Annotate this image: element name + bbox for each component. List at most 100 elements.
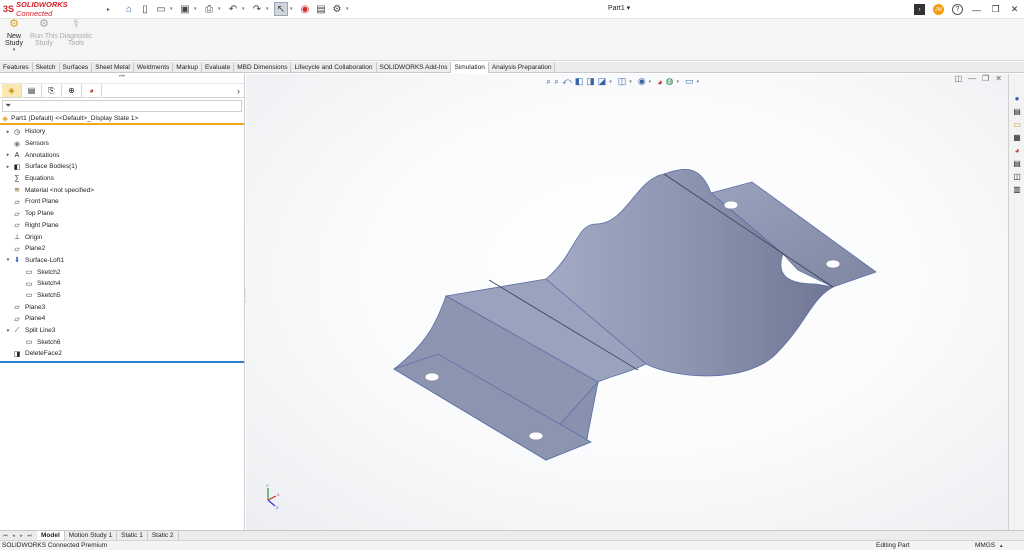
tree-node-plane2[interactable]: ▱ Plane2	[0, 243, 244, 255]
file-properties-button[interactable]: ▤	[314, 2, 328, 16]
tree-node-surface-bodies-1[interactable]: ▸ ◧ Surface Bodies(1)	[0, 161, 244, 173]
tree-node-split-line3[interactable]: ▾ ⟋ Split Line3	[0, 325, 244, 337]
appearances-button[interactable]: ◕	[1011, 144, 1023, 156]
user-account-button[interactable]: JM	[929, 0, 948, 19]
tree-node-plane3[interactable]: ▱ Plane3	[0, 301, 244, 313]
chevron-up-icon[interactable]: ▴	[1000, 541, 1003, 550]
tree-node-history[interactable]: ▸ ◷ History	[0, 126, 244, 138]
unit-system[interactable]: MMGS	[975, 541, 995, 550]
chevron-down-icon[interactable]: ▾	[13, 47, 16, 54]
chevron-down-icon[interactable]: ▾	[290, 6, 296, 12]
tree-node-origin[interactable]: ⊥ Origin	[0, 231, 244, 243]
graphics-area[interactable]: ⌕ ⌕ ⤺ ◧ ◨ ◪▾ ◫▾ ◉▾ ◕ ◍▾ ▭▾ ◫ — ❐ ✕	[246, 74, 1008, 530]
bottom-tab-static-1[interactable]: Static 1	[117, 530, 148, 541]
tab-lifecycle-and-collaboration[interactable]: Lifecycle and Collaboration	[291, 62, 377, 73]
chevron-down-icon[interactable]: ▾	[170, 6, 176, 12]
next-tab-icon[interactable]: ▸	[18, 533, 25, 539]
design-library-button[interactable]: ▤	[1011, 105, 1023, 117]
tab-sketch[interactable]: Sketch	[33, 62, 60, 73]
tree-node-front-plane[interactable]: ▱ Front Plane	[0, 196, 244, 208]
tree-node-sensors[interactable]: ◉ Sensors	[0, 138, 244, 150]
expander-icon[interactable]: ▾	[4, 328, 12, 334]
chevron-down-icon[interactable]: ▾	[242, 6, 248, 12]
new-study-button[interactable]: ⚙ New Study ▾	[0, 19, 28, 60]
toolbox-button[interactable]: ▥	[1011, 183, 1023, 195]
forum-button[interactable]: ◫	[1011, 170, 1023, 182]
tab-solidworks-add-ins[interactable]: SOLIDWORKS Add-Ins	[377, 62, 452, 73]
tree-root-part[interactable]: ◈ Part1 (Default) <<Default>_Display Sta…	[0, 114, 244, 125]
rollback-bar[interactable]	[0, 360, 244, 363]
tree-node-sketch5[interactable]: ▭ Sketch5	[0, 290, 244, 302]
bottom-tab-list: Model Motion Study 1 Static 1 Static 2	[37, 530, 179, 541]
tab-weldments[interactable]: Weldments	[134, 62, 174, 73]
display-manager-tab[interactable]: ◕	[82, 84, 102, 97]
tree-node-sketch2[interactable]: ▭ Sketch2	[0, 266, 244, 278]
equations-icon: ∑	[14, 175, 20, 183]
redo-button[interactable]: ↷	[250, 2, 264, 16]
chevron-down-icon[interactable]: ▾	[194, 6, 200, 12]
chevron-down-icon[interactable]: ▾	[346, 6, 352, 12]
bottom-tab-static-2[interactable]: Static 2	[148, 530, 179, 541]
expander-icon[interactable]: ▸	[4, 164, 12, 170]
tree-node-sketch6[interactable]: ▭ Sketch6	[0, 336, 244, 348]
tab-analysis-preparation[interactable]: Analysis Preparation	[489, 62, 556, 73]
chevron-right-icon[interactable]: ›	[237, 86, 240, 96]
tree-node-plane4[interactable]: ▱ Plane4	[0, 313, 244, 325]
file-explorer-button[interactable]: ▭	[1011, 118, 1023, 130]
chevron-down-icon[interactable]: ▾	[266, 6, 272, 12]
prev-tab-icon[interactable]: ◂	[10, 533, 17, 539]
bottom-tab-motion-study-1[interactable]: Motion Study 1	[65, 530, 118, 541]
tab-markup[interactable]: Markup	[173, 62, 202, 73]
close-button[interactable]: ✕	[1005, 0, 1024, 19]
document-title[interactable]: Part1 ▾	[608, 4, 630, 12]
dimxpert-tab[interactable]: ⊕	[62, 84, 82, 97]
panel-grip-icon[interactable]: •••	[0, 74, 244, 84]
tab-surfaces[interactable]: Surfaces	[60, 62, 93, 73]
tree-filter[interactable]: ⏷	[2, 100, 242, 112]
expander-icon[interactable]: ▾	[4, 257, 12, 263]
chevron-down-icon[interactable]: ▾	[218, 6, 224, 12]
home-button[interactable]: ⌂	[122, 2, 136, 16]
tab-mbd-dimensions[interactable]: MBD Dimensions	[234, 62, 292, 73]
select-arrow-button[interactable]: ↖	[274, 2, 288, 16]
property-manager-tab[interactable]: ▤	[22, 84, 42, 97]
open-folder-button[interactable]: ▭	[154, 2, 168, 16]
tab-evaluate[interactable]: Evaluate	[202, 62, 235, 73]
tab-sheet-metal[interactable]: Sheet Metal	[92, 62, 134, 73]
options-gear-button[interactable]: ⚙	[330, 2, 344, 16]
help-button[interactable]: ?	[948, 0, 967, 19]
print-button[interactable]: ⎙	[202, 2, 216, 16]
feature-tree-tab[interactable]: ◈	[2, 84, 22, 97]
tab-features[interactable]: Features	[0, 62, 33, 73]
expander-icon[interactable]: ▸	[4, 129, 12, 135]
traffic-light-button[interactable]: ◉	[298, 2, 312, 16]
solidworks-logo[interactable]: 3S SOLIDWORKS Connected ▸	[0, 0, 110, 18]
solidworks-resources-button[interactable]: ●	[1011, 92, 1023, 104]
bottom-tab-model[interactable]: Model	[37, 530, 65, 541]
tree-node-top-plane[interactable]: ▱ Top Plane	[0, 208, 244, 220]
part-model[interactable]	[246, 74, 1008, 530]
new-document-button[interactable]: ▯	[138, 2, 152, 16]
tree-node-sketch4[interactable]: ▭ Sketch4	[0, 278, 244, 290]
tree-node-surface-loft1[interactable]: ▾ ⬇ Surface-Loft1	[0, 255, 244, 267]
undo-button[interactable]: ↶	[226, 2, 240, 16]
menu-expand-icon[interactable]: ▸	[107, 6, 110, 13]
run-study-button[interactable]: ⚙ Run This Study	[28, 19, 60, 60]
restore-button[interactable]: ❐	[986, 0, 1005, 19]
tab-simulation[interactable]: Simulation	[451, 62, 489, 73]
tree-node-right-plane[interactable]: ▱ Right Plane	[0, 220, 244, 232]
diagnostic-tools-button[interactable]: ⚕ Diagnostic Tools	[60, 19, 93, 60]
tree-node-material-not-specified[interactable]: ≋ Material <not specified>	[0, 184, 244, 196]
configuration-manager-tab[interactable]: ⎘	[42, 84, 62, 97]
tree-node-annotations[interactable]: ▸ A Annotations	[0, 149, 244, 161]
save-button[interactable]: ▣	[178, 2, 192, 16]
view-palette-button[interactable]: ▦	[1011, 131, 1023, 143]
expander-icon[interactable]: ▸	[4, 152, 12, 158]
command-prompt-button[interactable]: ›	[910, 0, 929, 19]
custom-properties-button[interactable]: ▤	[1011, 157, 1023, 169]
minimize-button[interactable]: —	[967, 0, 986, 19]
first-tab-icon[interactable]: ⏮	[2, 533, 9, 539]
tree-node-equations[interactable]: ∑ Equations	[0, 173, 244, 185]
last-tab-icon[interactable]: ⏭	[26, 533, 33, 539]
tree-node-deleteface2[interactable]: ◨ DeleteFace2	[0, 348, 244, 360]
